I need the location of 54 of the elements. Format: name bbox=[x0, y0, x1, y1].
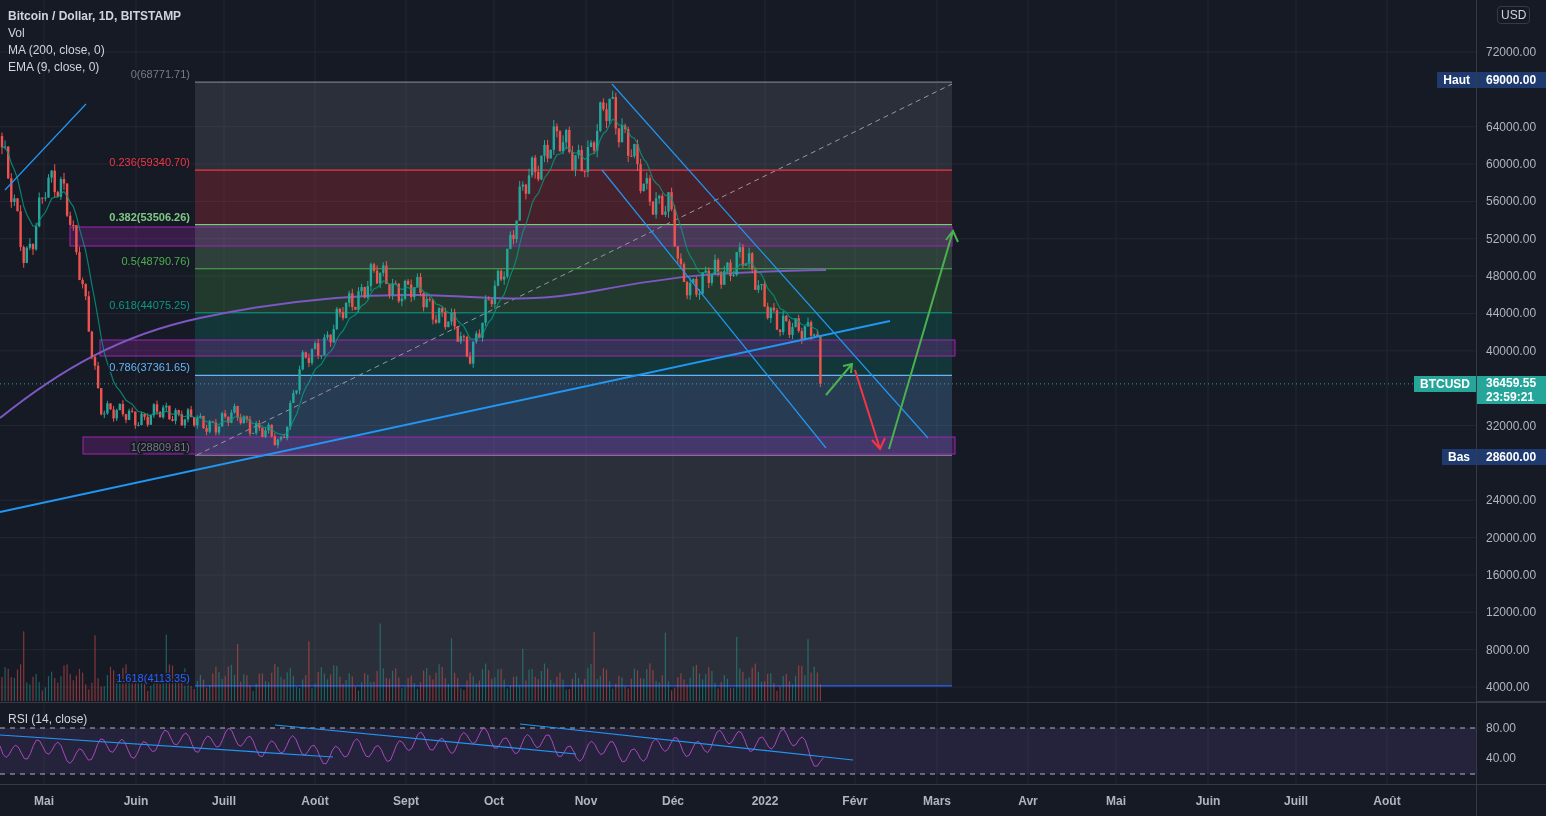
currency-button[interactable]: USD bbox=[1497, 6, 1531, 24]
time-tick-label: Mai bbox=[1106, 794, 1126, 808]
fibonacci-level-label: 1.618(4113.35) bbox=[116, 671, 190, 684]
time-tick-label: Juin bbox=[1195, 794, 1221, 808]
time-tick-label: Mars bbox=[923, 794, 951, 808]
rsi-tick-label: 40.00 bbox=[1486, 750, 1517, 766]
time-tick-label: Sept bbox=[393, 794, 419, 808]
price-marker-label: Haut bbox=[1437, 72, 1476, 88]
rsi-tick-label: 80.00 bbox=[1486, 720, 1517, 736]
indicator-label: EMA (9, close, 0) bbox=[8, 59, 100, 76]
time-tick-label: Avr bbox=[1018, 794, 1038, 808]
price-marker-value: 69000.00 bbox=[1477, 72, 1546, 88]
time-tick-label: Juin bbox=[123, 794, 149, 808]
time-tick-label: Déc bbox=[662, 794, 684, 808]
symbol-label: BTCUSD bbox=[1414, 375, 1476, 392]
time-tick-label: Juill bbox=[1284, 794, 1308, 808]
price-tick-label: 16000.00 bbox=[1486, 566, 1537, 583]
price-marker-value: 28600.00 bbox=[1477, 449, 1546, 466]
price-tick-label: 8000.00 bbox=[1486, 641, 1530, 658]
price-tick-label: 4000.00 bbox=[1486, 679, 1530, 695]
price-tick-label: 40000.00 bbox=[1486, 342, 1537, 359]
last-price-value: 36459.55 bbox=[1486, 375, 1538, 390]
price-tick-label: 56000.00 bbox=[1486, 193, 1537, 210]
time-tick-label: Mai bbox=[34, 794, 54, 808]
fibonacci-level-label: 0.618(44075.25) bbox=[109, 298, 190, 311]
fibonacci-level-label: 1(28809.81) bbox=[130, 441, 190, 454]
indicator-label: Vol bbox=[8, 25, 25, 42]
time-tick-label: Juill bbox=[212, 794, 236, 808]
indicator-label: MA (200, close, 0) bbox=[8, 42, 105, 59]
countdown-timer: 23:59:21 bbox=[1486, 389, 1536, 404]
time-tick-label: Févr bbox=[842, 794, 868, 808]
time-tick-label: 2022 bbox=[751, 794, 779, 808]
price-tick-label: 12000.00 bbox=[1486, 604, 1537, 621]
chart-title: Bitcoin / Dollar, 1D, BITSTAMP bbox=[8, 8, 182, 25]
fibonacci-level-label: 0.786(37361.65) bbox=[109, 361, 190, 374]
fibonacci-level-label: 0.236(59340.70) bbox=[109, 156, 190, 169]
price-tick-label: 44000.00 bbox=[1486, 305, 1537, 322]
price-tick-label: 20000.00 bbox=[1486, 529, 1537, 546]
time-tick-label: Août bbox=[301, 794, 329, 808]
fibonacci-level-label: 0(68771.71) bbox=[130, 68, 190, 81]
price-tick-label: 48000.00 bbox=[1486, 268, 1537, 285]
price-tick-label: 64000.00 bbox=[1486, 118, 1537, 135]
fibonacci-level-label: 0.5(48790.76) bbox=[121, 254, 190, 267]
price-tick-label: 32000.00 bbox=[1486, 417, 1537, 434]
time-tick-label: Août bbox=[1373, 794, 1401, 808]
price-marker-label: Bas bbox=[1442, 449, 1476, 466]
price-tick-label: 60000.00 bbox=[1486, 156, 1537, 173]
fibonacci-level-label: 0.382(53506.26) bbox=[109, 210, 190, 223]
price-tick-label: 24000.00 bbox=[1486, 492, 1537, 509]
price-tick-label: 72000.00 bbox=[1486, 44, 1537, 60]
price-tick-label: 52000.00 bbox=[1486, 230, 1537, 247]
indicator-label: RSI (14, close) bbox=[8, 712, 88, 726]
time-tick-label: Oct bbox=[484, 794, 504, 808]
time-tick-label: Nov bbox=[574, 794, 598, 808]
